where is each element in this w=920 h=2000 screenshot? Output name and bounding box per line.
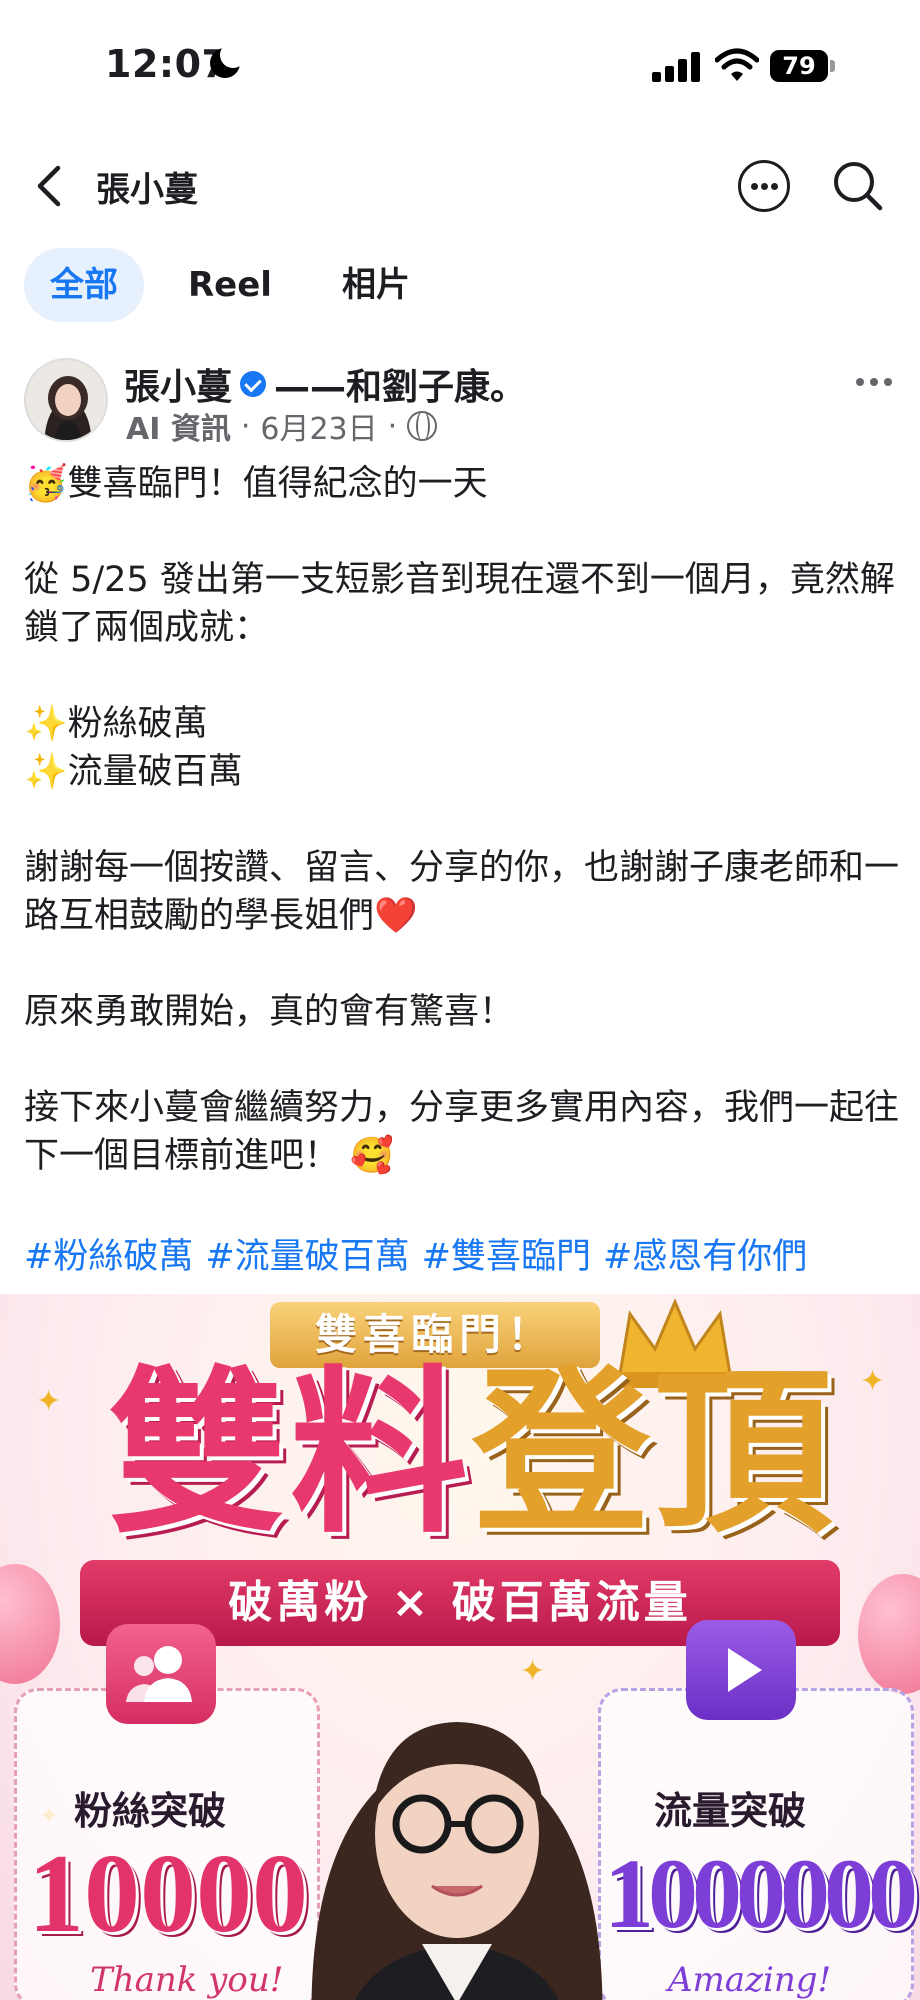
battery-tip: [830, 60, 835, 72]
tab-reel[interactable]: Reel: [162, 248, 298, 322]
back-arrow-icon[interactable]: [30, 162, 70, 210]
battery-indicator: 79: [770, 50, 828, 82]
post-meta: AI 資訊 · 6月23日 ·: [126, 404, 438, 448]
post-date[interactable]: 6月23日: [260, 404, 377, 448]
balloon-decoration: [0, 1564, 60, 1684]
hashtag-link[interactable]: #粉絲破萬: [24, 1228, 193, 1279]
views-label: 流量突破: [654, 1789, 807, 1833]
headline-char: 登: [472, 1350, 650, 1557]
post-source[interactable]: AI 資訊: [126, 404, 231, 448]
views-count: 1000000: [604, 1838, 918, 1949]
headline-char: 料: [290, 1350, 468, 1557]
play-icon: [686, 1620, 796, 1720]
hashtag-link[interactable]: #雙喜臨門: [422, 1228, 591, 1279]
author-avatar[interactable]: [24, 358, 108, 442]
meta-separator: ·: [387, 408, 398, 444]
follower-count: 10000: [28, 1832, 308, 1956]
post-text: 🥳雙喜臨門！值得紀念的一天 從 5/25 發出第一支短影音到現在還不到一個月，竟…: [24, 464, 900, 1176]
status-bar: 12:07 79: [0, 0, 920, 120]
headline-char: 雙: [108, 1350, 286, 1557]
woman-portrait: [311, 1722, 603, 2000]
follower-label: 粉絲突破: [74, 1789, 227, 1833]
hashtag-link[interactable]: #流量破百萬: [205, 1228, 409, 1279]
star-decoration: ✦: [860, 1364, 886, 1399]
meta-separator: ·: [240, 408, 251, 444]
hashtag-link[interactable]: #感恩有你們: [603, 1228, 807, 1279]
post-tagged-text[interactable]: ——和劉子康。: [274, 358, 526, 410]
thank-you-script: Thank you!: [90, 1960, 284, 2000]
tab-photos[interactable]: 相片: [316, 248, 436, 322]
users-icon: [106, 1624, 216, 1724]
globe-icon: [407, 411, 438, 441]
page-title: 張小蔓: [96, 170, 198, 210]
star-decoration: ✦: [36, 1384, 62, 1419]
hashtag-list: #粉絲破萬 #流量破百萬 #雙喜臨門 #感恩有你們: [24, 1228, 807, 1279]
balloon-decoration: [858, 1574, 920, 1694]
filter-tabs: 全部 Reel 相片: [24, 248, 436, 322]
wifi-icon: [715, 48, 759, 81]
post-more-icon[interactable]: [856, 378, 892, 386]
avatar-portrait: [26, 360, 106, 440]
post-author-name[interactable]: 張小蔓: [124, 358, 232, 410]
post-image[interactable]: ✦ ✦ ✦ ✦ 雙喜臨門！ 雙 料 登 頂 破萬粉 × 破百萬流量 粉絲突破 流…: [0, 1294, 920, 2000]
more-options-icon[interactable]: [738, 160, 790, 212]
post-author-line: 張小蔓 ——和劉子康。: [124, 358, 526, 410]
verified-badge-icon: [240, 371, 267, 397]
headline-char: 頂: [654, 1350, 832, 1557]
tab-all[interactable]: 全部: [24, 248, 144, 322]
page-header: 張小蔓: [0, 140, 920, 230]
poster-headline: 雙 料 登 頂: [100, 1354, 840, 1554]
amazing-script: Amazing!: [668, 1960, 832, 2000]
moon-icon: [210, 42, 246, 78]
search-icon[interactable]: [830, 158, 886, 214]
cellular-signal-icon: [652, 52, 700, 82]
